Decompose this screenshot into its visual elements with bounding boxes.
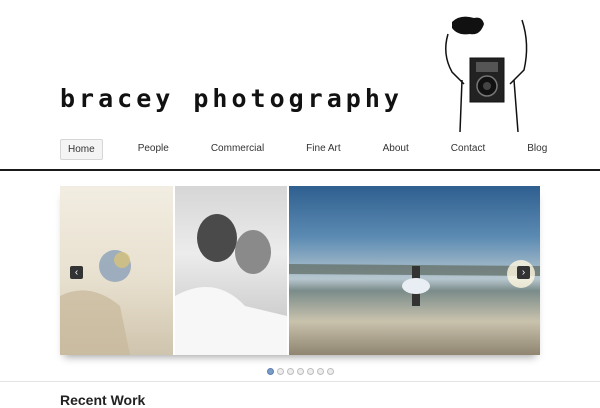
nav-item-commercial[interactable]: Commercial	[204, 139, 271, 160]
main-nav: Home People Commercial Fine Art About Co…	[60, 139, 582, 160]
chevron-left-icon: ‹	[74, 267, 79, 278]
slider-next-button[interactable]: ›	[517, 266, 530, 279]
camera-logo-icon[interactable]	[440, 14, 540, 134]
nav-item-contact[interactable]: Contact	[444, 139, 492, 160]
nav-item-home[interactable]: Home	[60, 139, 103, 160]
site-title[interactable]: bracey photography	[60, 84, 403, 113]
slider-dots	[267, 368, 334, 375]
slider-dot[interactable]	[287, 368, 294, 375]
image-slider[interactable]	[60, 186, 540, 355]
slider-dot[interactable]	[317, 368, 324, 375]
header-divider	[0, 169, 600, 171]
slide-photo-beach	[289, 186, 540, 355]
slider-prev-button[interactable]: ‹	[70, 266, 83, 279]
chevron-right-icon: ›	[521, 267, 526, 278]
slider-dot[interactable]	[277, 368, 284, 375]
slider-dot[interactable]	[307, 368, 314, 375]
slider-dot[interactable]	[327, 368, 334, 375]
nav-item-blog[interactable]: Blog	[520, 139, 554, 160]
slider-dot[interactable]	[297, 368, 304, 375]
nav-item-fine-art[interactable]: Fine Art	[299, 139, 347, 160]
nav-item-about[interactable]: About	[376, 139, 416, 160]
section-title: Recent Work	[60, 392, 146, 408]
nav-item-people[interactable]: People	[131, 139, 176, 160]
slider-dot[interactable]	[267, 368, 274, 375]
section-divider	[0, 381, 600, 382]
slide-photo-couple	[175, 186, 287, 355]
